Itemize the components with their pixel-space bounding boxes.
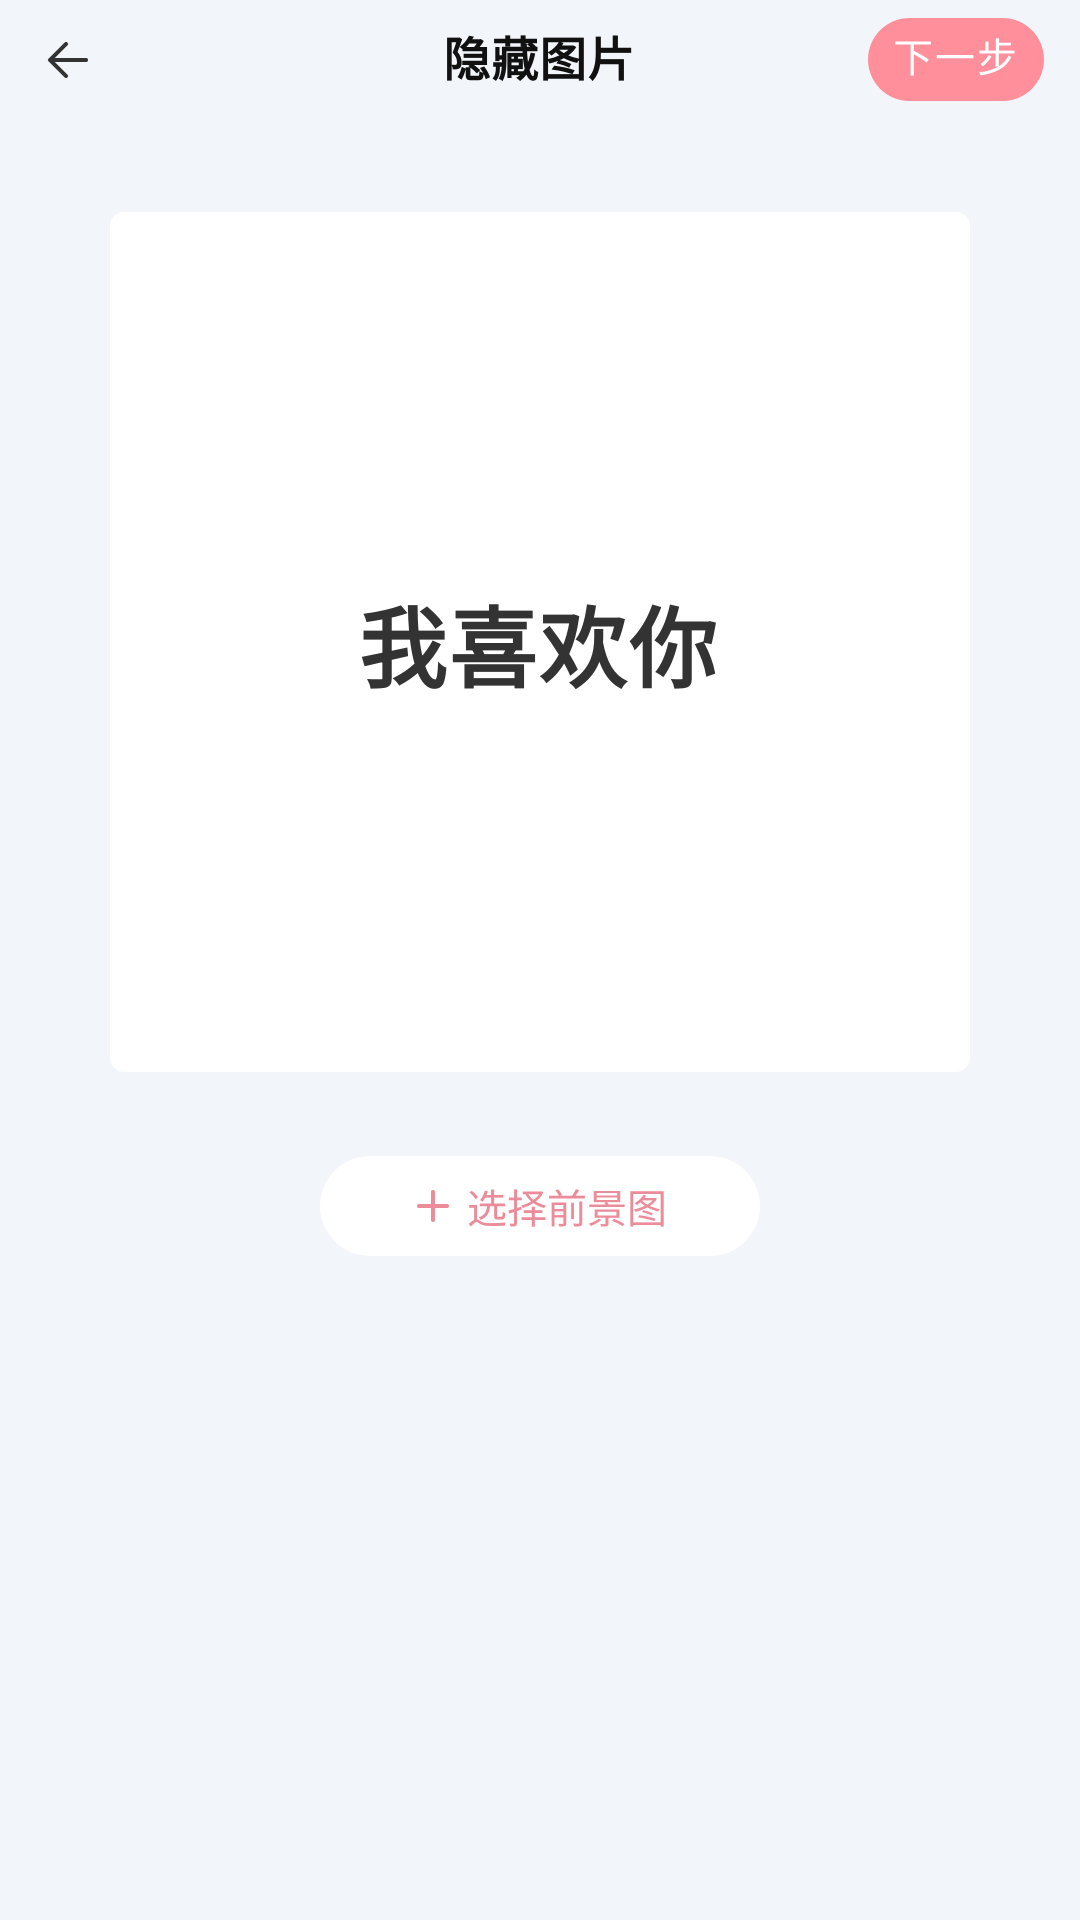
plus-icon — [413, 1186, 453, 1226]
top-bar: 隐藏图片 下一步 — [0, 0, 1080, 125]
preview-card: 我喜欢你 — [110, 212, 970, 1072]
select-foreground-button[interactable]: 选择前景图 — [320, 1156, 760, 1256]
select-foreground-label: 选择前景图 — [467, 1187, 667, 1233]
next-button[interactable]: 下一步 — [868, 18, 1044, 101]
preview-text: 我喜欢你 — [359, 597, 720, 701]
